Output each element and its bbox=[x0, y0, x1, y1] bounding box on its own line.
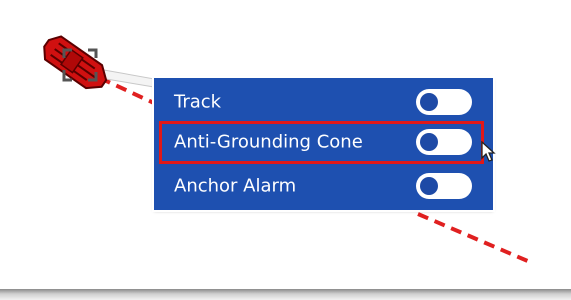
anchor-alarm-toggle[interactable] bbox=[416, 173, 472, 199]
menu-item-anchor-alarm[interactable]: Anchor Alarm bbox=[154, 166, 493, 206]
popup-leader bbox=[99, 69, 161, 89]
menu-item-anti-grounding-cone[interactable]: Anti-Grounding Cone bbox=[154, 122, 493, 162]
track-toggle[interactable] bbox=[416, 89, 472, 115]
toggle-knob bbox=[420, 177, 438, 195]
menu-item-label: Track bbox=[174, 91, 222, 113]
course-line-lower bbox=[417, 212, 531, 264]
toggle-knob bbox=[420, 93, 438, 111]
anti-grounding-cone-toggle[interactable] bbox=[416, 129, 472, 155]
menu-item-label: Anti-Grounding Cone bbox=[174, 131, 363, 153]
menu-item-track[interactable]: Track bbox=[154, 82, 493, 122]
vessel-icon[interactable] bbox=[38, 32, 111, 95]
menu-item-label: Anchor Alarm bbox=[174, 175, 297, 197]
vessel-context-menu: Track Anti-Grounding Cone Anchor Alarm bbox=[154, 78, 493, 210]
panel-bottom-edge bbox=[0, 289, 571, 300]
mouse-pointer-icon bbox=[481, 141, 496, 162]
toggle-knob bbox=[420, 133, 438, 151]
